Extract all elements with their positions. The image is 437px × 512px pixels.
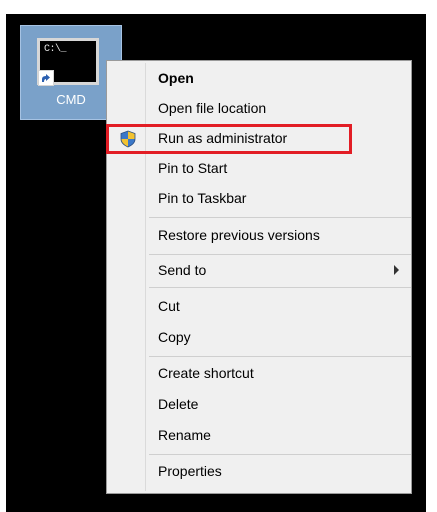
menu-item-label: Restore previous versions (158, 227, 320, 243)
menu-item-label: Pin to Start (158, 160, 228, 176)
menu-separator (149, 254, 411, 255)
menu-item-label: Delete (158, 396, 199, 412)
menu-item-label: Properties (158, 463, 222, 479)
shortcut-arrow-icon (38, 70, 54, 86)
menu-item-label: Cut (158, 298, 180, 314)
menu-separator (149, 287, 411, 288)
desktop: C:\_ CMD Open Open file location Run as … (0, 0, 437, 512)
menu-item-rename[interactable]: Rename (109, 421, 409, 451)
menu-item-copy[interactable]: Copy (109, 323, 409, 353)
menu-item-open[interactable]: Open (109, 64, 409, 94)
menu-item-label: Send to (158, 262, 207, 278)
menu-separator (149, 454, 411, 455)
menu-separator (149, 217, 411, 218)
menu-item-send-to[interactable]: Send to (109, 256, 409, 286)
menu-item-create-shortcut[interactable]: Create shortcut (109, 359, 409, 389)
cmd-icon-glyph: C:\_ (44, 44, 67, 55)
menu-item-pin-to-start[interactable]: Pin to Start (109, 154, 409, 184)
menu-separator (149, 356, 411, 357)
menu-item-properties[interactable]: Properties (109, 457, 409, 487)
menu-item-pin-to-taskbar[interactable]: Pin to Taskbar (109, 184, 409, 214)
submenu-arrow-icon (394, 265, 399, 275)
menu-item-label: Rename (158, 427, 211, 443)
menu-item-label: Create shortcut (158, 365, 254, 381)
menu-item-label: Pin to Taskbar (158, 190, 247, 206)
menu-item-label: Open (158, 70, 194, 86)
menu-item-label: Copy (158, 329, 191, 345)
highlight-box (106, 124, 352, 154)
menu-item-label: Open file location (158, 100, 267, 116)
menu-item-restore-previous-versions[interactable]: Restore previous versions (109, 221, 409, 251)
menu-item-open-file-location[interactable]: Open file location (109, 94, 409, 124)
menu-item-delete[interactable]: Delete (109, 390, 409, 420)
menu-item-cut[interactable]: Cut (109, 292, 409, 322)
